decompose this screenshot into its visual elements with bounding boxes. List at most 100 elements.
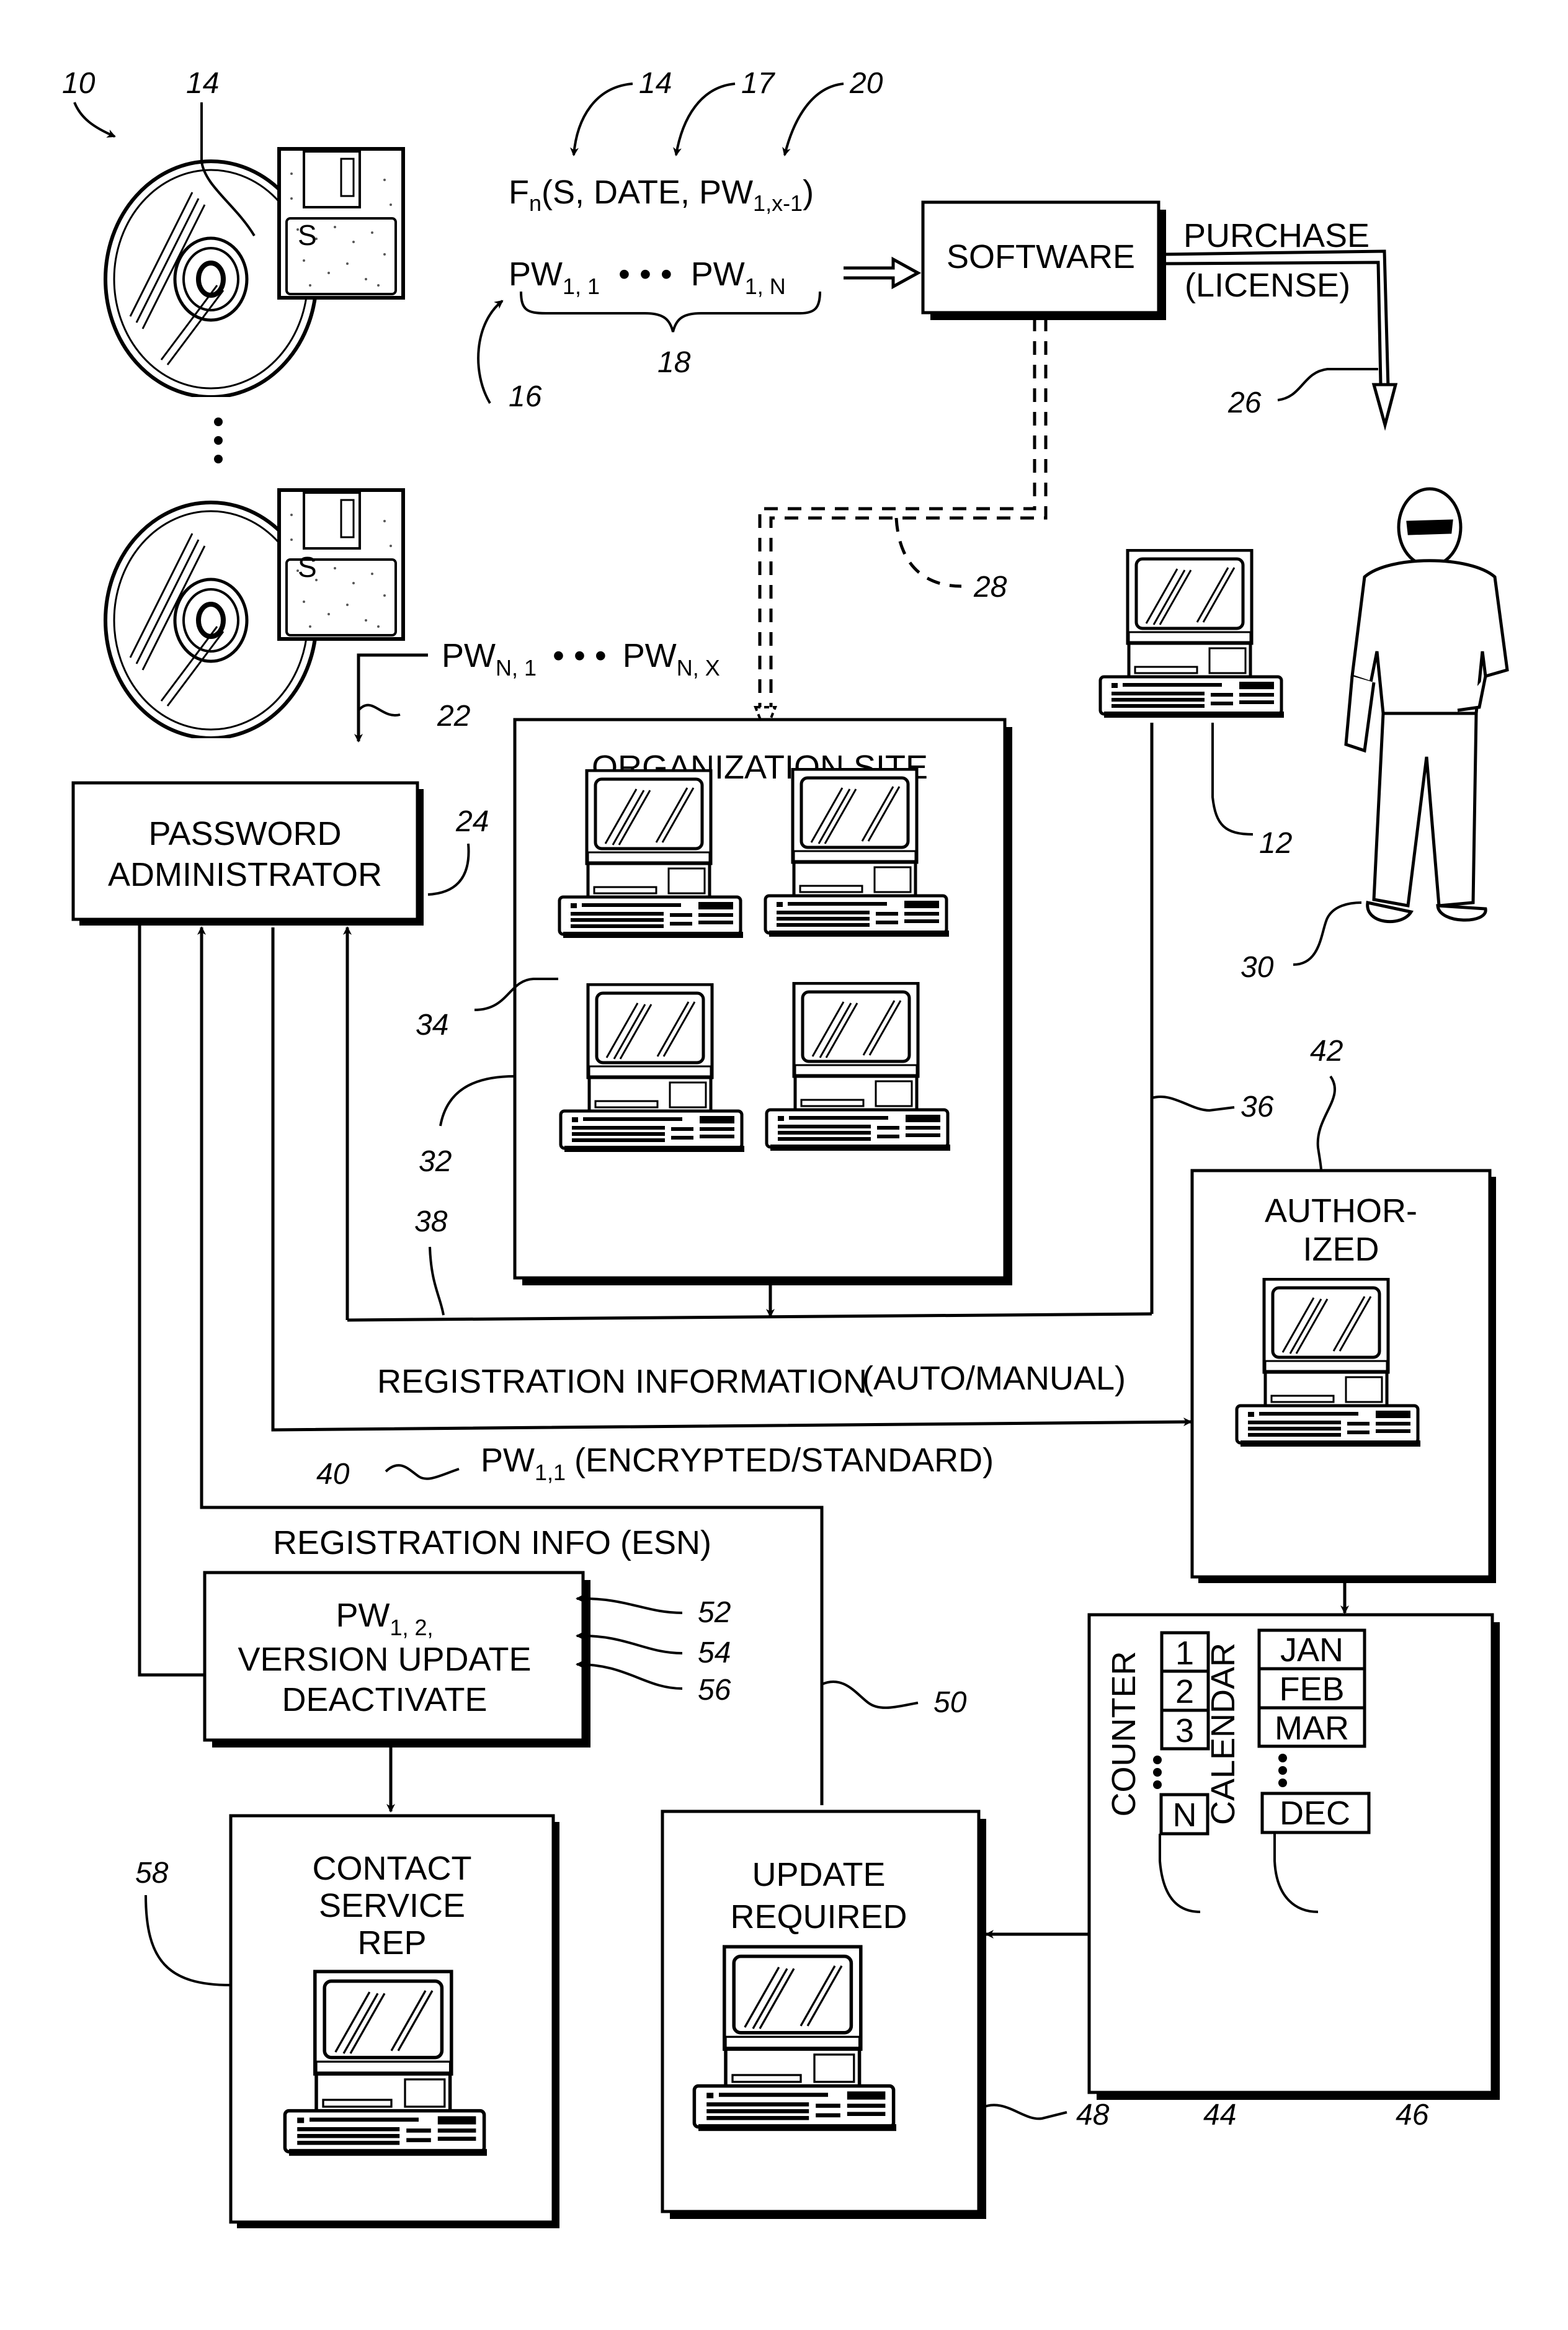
- svg-text:PW1, 1• • •PW1, N: PW1, 1 • • • PW1, N: [509, 256, 786, 299]
- ref-56: 56: [698, 1674, 731, 1707]
- password-administrator-box: PASSWORD ADMINISTRATOR 24: [71, 781, 489, 926]
- password-admin-label-1: PASSWORD: [148, 815, 341, 852]
- leader-48: [981, 2104, 1067, 2120]
- ref-16: 16: [509, 380, 542, 413]
- license-label: (LICENSE): [1185, 267, 1350, 304]
- password-function: Fn(S, DATE, PW1,x-1) 14 17 20: [509, 67, 883, 216]
- contact-label-1: CONTACT: [313, 1850, 472, 1887]
- ref-32: 32: [419, 1145, 452, 1178]
- ref-50: 50: [933, 1686, 967, 1719]
- fn-close: ): [803, 174, 814, 211]
- leader-58: [145, 1895, 231, 1986]
- ref-40: 40: [316, 1458, 350, 1491]
- update-label-1: UPDATE: [752, 1856, 885, 1893]
- counter-cell: 1: [1175, 1635, 1194, 1672]
- authorized-label-1: AUTHOR-: [1265, 1192, 1417, 1230]
- ref-14-disk: 14: [186, 67, 219, 100]
- leader-24: [427, 843, 470, 896]
- ref-36: 36: [1241, 1091, 1274, 1123]
- counter-cell: 3: [1175, 1712, 1194, 1749]
- authorized-box: AUTHOR- IZED: [1190, 1169, 1496, 1583]
- fn-args-subscript: 1,x-1: [753, 190, 803, 216]
- action-pw12-subscript: 1, 2,: [390, 1615, 433, 1640]
- leader-12: [1211, 723, 1254, 836]
- calendar-cell: FEB: [1279, 1671, 1344, 1708]
- end-user-station: 12 30: [1100, 487, 1509, 984]
- svg-text:PWN, 1• • •PWN, X: PWN, 1 • • • PWN, X: [442, 637, 720, 681]
- leader-40: [385, 1464, 460, 1480]
- leader-20: [782, 83, 844, 156]
- leader-17: [673, 83, 736, 156]
- ref-42: 42: [1310, 1035, 1343, 1068]
- password-admin-label-2: ADMINISTRATOR: [108, 856, 382, 893]
- leader-36: [1151, 1096, 1235, 1112]
- ref-54: 54: [698, 1636, 731, 1669]
- ref-17: 17: [741, 67, 776, 100]
- fn-symbol: F: [509, 174, 529, 211]
- ref-22: 22: [437, 700, 470, 733]
- computer-icon: [1100, 550, 1284, 718]
- ref-18: 18: [657, 346, 691, 379]
- auto-manual-label: (AUTO/MANUAL): [862, 1360, 1126, 1397]
- action-pw12: PW: [336, 1597, 390, 1634]
- fn-subscript: n: [529, 190, 541, 216]
- purchase-label: PURCHASE: [1183, 217, 1370, 254]
- leader-16: [477, 300, 504, 404]
- encrypted-standard-label: (ENCRYPTED/STANDARD): [574, 1442, 994, 1479]
- counter-cell-last: N: [1173, 1797, 1197, 1834]
- ref-30: 30: [1241, 951, 1274, 984]
- ref-44: 44: [1203, 2099, 1236, 2131]
- distribution-path-28: 28: [754, 318, 1048, 736]
- calendar-cell: MAR: [1275, 1710, 1349, 1747]
- ref-28: 28: [973, 571, 1007, 604]
- leader-30: [1293, 901, 1362, 966]
- media-ellipsis: [214, 417, 223, 463]
- leader-38: [429, 1246, 445, 1316]
- usage-tracker-box: COUNTER 1 2 3 N CALENDAR JAN FEB MAR DEC: [985, 1613, 1500, 2100]
- ref-38: 38: [414, 1205, 448, 1238]
- pw11-label: PW: [481, 1442, 535, 1479]
- leader-56: [576, 1659, 683, 1690]
- disk-label: S: [298, 219, 317, 251]
- contact-service-rep-box: CONTACT SERVICE REP: [229, 1814, 559, 2228]
- fn-args: (S, DATE, PW: [541, 174, 753, 211]
- cd-floppy-icon: [105, 149, 403, 397]
- software-media-group-1: S 10 14: [62, 67, 403, 397]
- ref-26: 26: [1227, 386, 1262, 419]
- leader-22: [357, 703, 401, 717]
- update-label-2: REQUIRED: [730, 1898, 907, 1935]
- counter-cells: 1 2 3 N: [1153, 1631, 1210, 1836]
- ref-10: 10: [62, 67, 96, 100]
- leader-54: [576, 1631, 683, 1654]
- ref-58: 58: [135, 1857, 169, 1890]
- counter-title: COUNTER: [1105, 1651, 1143, 1817]
- ref-52: 52: [698, 1596, 731, 1629]
- ref-14-fn: 14: [639, 67, 672, 100]
- calendar-cell-last: DEC: [1280, 1795, 1350, 1832]
- purchase-license-flow: PURCHASE (LICENSE) 26: [1162, 217, 1398, 431]
- contact-label-3: REP: [357, 1924, 426, 1962]
- leader-26: [1277, 368, 1378, 401]
- actions-box: PW1, 2, VERSION UPDATE DEACTIVATE: [203, 1571, 590, 1748]
- ref-46: 46: [1396, 2099, 1429, 2131]
- ref-48: 48: [1076, 2099, 1110, 2131]
- hollow-arrow-to-software: [844, 256, 922, 290]
- update-required-box: UPDATE REQUIRED: [661, 1810, 986, 2219]
- calendar-cells: JAN FEB MAR DEC: [1257, 1628, 1371, 1834]
- action-version-update: VERSION UPDATE: [238, 1641, 531, 1678]
- user-person-icon: [1344, 487, 1509, 924]
- leader-32: [439, 1075, 515, 1127]
- leader-10: [73, 102, 116, 138]
- registration-info-esn-label: REGISTRATION INFO (ESN): [273, 1524, 711, 1561]
- calendar-title: CALENDAR: [1205, 1643, 1242, 1825]
- disk-label: S: [298, 551, 317, 583]
- action-deactivate: DEACTIVATE: [282, 1681, 487, 1718]
- ref-34: 34: [416, 1009, 448, 1042]
- leader-50: [821, 1680, 919, 1709]
- line-admin-to-actions: [138, 919, 205, 1677]
- leader-52: [576, 1594, 683, 1614]
- patent-figure: S 10 14 S Fn(S, DATE, PW1,x-1) 14 17 20 …: [62, 67, 1509, 2228]
- registration-line: [347, 1312, 1152, 1322]
- registration-information-label: REGISTRATION INFORMATION: [377, 1363, 867, 1400]
- organization-site-box: ORGANIZATION SITE: [513, 718, 1012, 1285]
